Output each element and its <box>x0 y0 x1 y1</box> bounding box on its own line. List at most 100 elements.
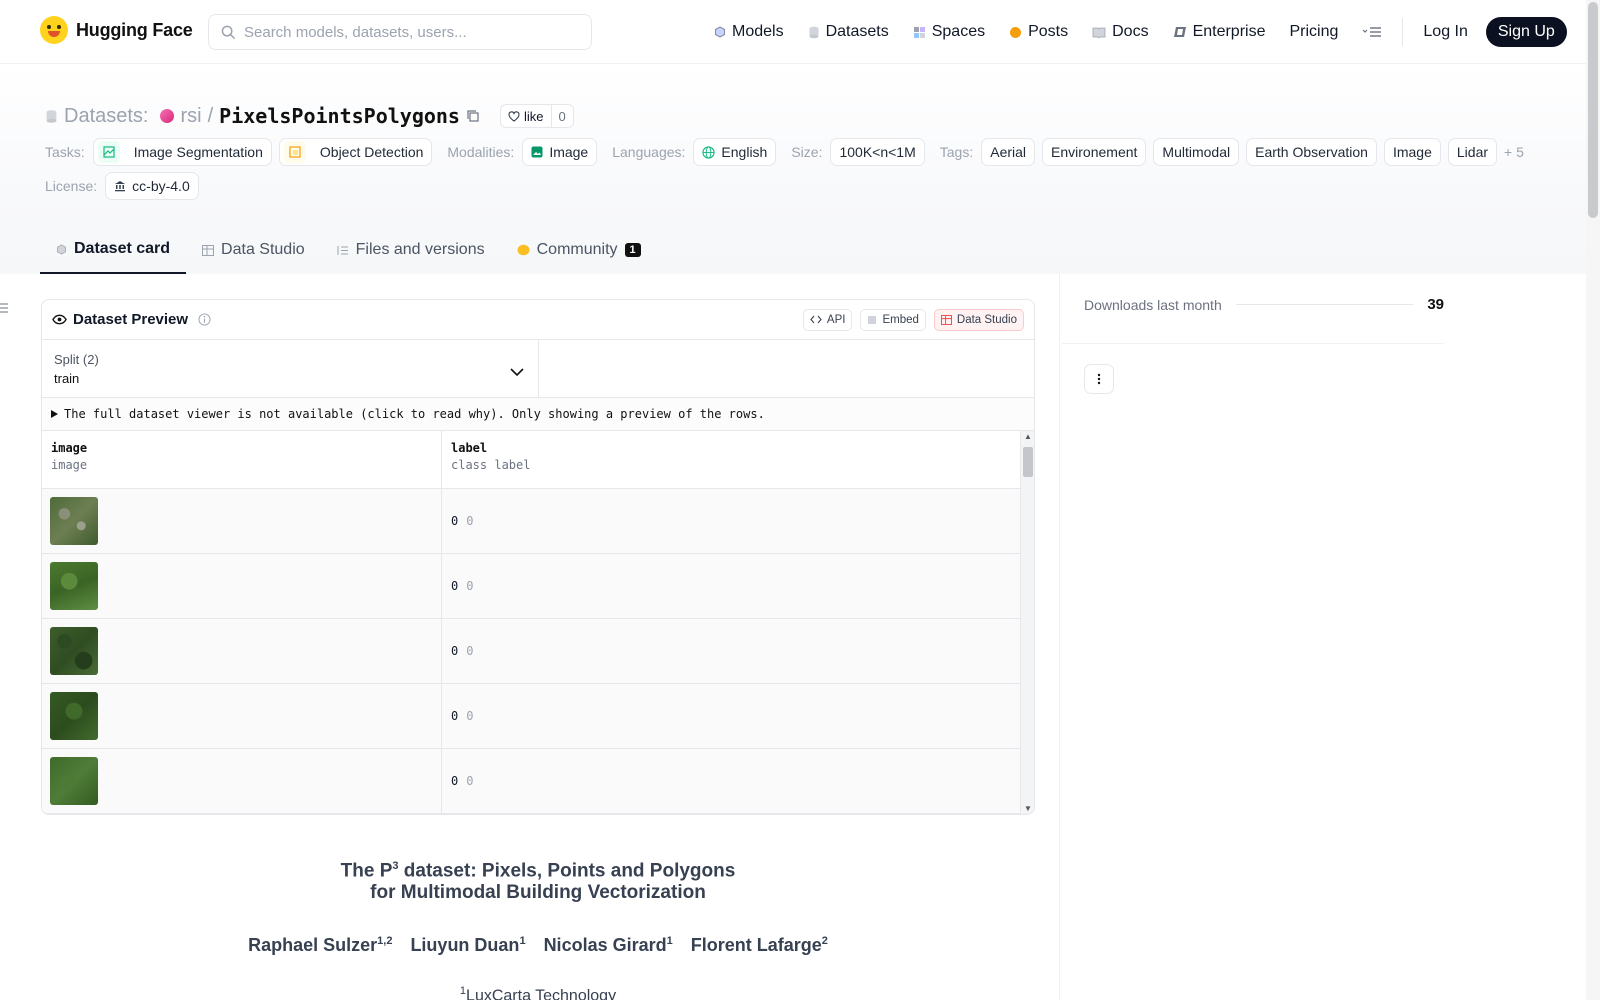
files-list-icon <box>337 245 348 255</box>
nav-posts[interactable]: Posts <box>997 0 1080 64</box>
tab-community[interactable]: Community 1 <box>501 226 657 274</box>
aerial-thumbnail-image[interactable] <box>50 497 98 545</box>
aerial-thumbnail-image[interactable] <box>50 562 98 610</box>
author[interactable]: Nicolas Girard1 <box>544 930 673 956</box>
preview-header: Dataset Preview API Embed Data Studio <box>42 300 1034 340</box>
author-sup: 1 <box>666 935 673 947</box>
models-cube-icon <box>715 26 725 38</box>
tab-data-studio[interactable]: Data Studio <box>186 226 321 274</box>
table-red-icon <box>940 314 952 325</box>
sidebar-toggle-icon[interactable] <box>0 302 8 316</box>
table-row[interactable]: 00 <box>42 749 1034 814</box>
split-select[interactable]: Split (2) train <box>42 340 539 397</box>
main-nav: Models Datasets Spaces Posts Docs Enterp… <box>702 0 1567 64</box>
info-icon[interactable] <box>198 313 211 326</box>
aerial-thumbnail-image[interactable] <box>50 757 98 805</box>
author[interactable]: Liuyun Duan1 <box>410 930 525 956</box>
copy-icon[interactable] <box>466 109 480 123</box>
table-row[interactable]: 00 <box>42 619 1034 684</box>
tag-multimodal[interactable]: Multimodal <box>1153 138 1240 166</box>
tag-label: cc-by-4.0 <box>132 178 190 194</box>
scroll-up-arrow-icon[interactable]: ▲ <box>1024 432 1032 441</box>
table-scrollbar[interactable]: ▲ ▼ <box>1020 431 1034 814</box>
nav-divider <box>1402 18 1404 46</box>
image-cell <box>42 619 442 683</box>
nav-enterprise[interactable]: Enterprise <box>1161 0 1278 64</box>
tag-lidar[interactable]: Lidar <box>1447 138 1498 166</box>
api-button[interactable]: API <box>802 308 853 331</box>
repo-name[interactable]: PixelsPointsPolygons <box>219 104 460 128</box>
author-sup: 1,2 <box>377 935 393 947</box>
table-row[interactable]: 00 <box>42 554 1034 619</box>
nav-pricing[interactable]: Pricing <box>1277 0 1350 64</box>
scroll-down-arrow-icon[interactable]: ▼ <box>1024 804 1032 813</box>
breadcrumb-section[interactable]: Datasets: <box>64 105 148 128</box>
nav-datasets[interactable]: Datasets <box>796 0 901 64</box>
tag-modality-image[interactable]: Image <box>522 138 598 166</box>
table-header: image image label class label <box>42 431 1034 489</box>
viewer-notice[interactable]: The full dataset viewer is not available… <box>42 398 1034 431</box>
data-studio-button[interactable]: Data Studio <box>933 308 1024 331</box>
tab-files-and-versions[interactable]: Files and versions <box>321 226 501 274</box>
aerial-thumbnail-image[interactable] <box>50 692 98 740</box>
dataset-preview-panel: Dataset Preview API Embed Data Studio Sp… <box>41 299 1035 815</box>
tag-environement[interactable]: Environement <box>1042 138 1147 166</box>
nav-docs[interactable]: Docs <box>1080 0 1160 64</box>
tag-image[interactable]: Image <box>1383 138 1441 166</box>
tab-dataset-card[interactable]: Dataset card <box>40 226 187 274</box>
aerial-thumbnail-image[interactable] <box>50 627 98 675</box>
signup-button[interactable]: Sign Up <box>1485 17 1567 47</box>
tag-label: Image Segmentation <box>133 144 263 160</box>
login-link[interactable]: Log In <box>1411 0 1479 64</box>
docs-book-icon <box>1092 27 1106 38</box>
tag-language-english[interactable]: English <box>693 138 777 166</box>
label-value: 0 <box>451 514 459 528</box>
more-options-button[interactable] <box>1084 364 1114 394</box>
breadcrumb-org[interactable]: rsi <box>180 105 201 128</box>
card-title-part2: dataset: Pixels, Points and Polygons <box>398 860 736 882</box>
downloads-sparkline <box>1235 304 1414 305</box>
dataset-card-cube-icon <box>57 243 66 255</box>
tag-size[interactable]: 100K<n<1M <box>830 138 925 166</box>
embed-button[interactable]: Embed <box>860 308 926 331</box>
downloads-value: 39 <box>1427 296 1444 313</box>
page-scrollbar[interactable] <box>1586 0 1600 1000</box>
like-button[interactable]: like 0 <box>499 104 574 128</box>
home-logo-link[interactable]: Hugging Face <box>40 16 193 44</box>
search-box[interactable] <box>208 14 592 50</box>
tag-object-detection[interactable]: Object Detection <box>278 138 433 166</box>
label-value: 0 <box>451 644 459 658</box>
table-row[interactable]: 00 <box>42 684 1034 749</box>
image-segmentation-icon <box>97 141 120 163</box>
image-cell <box>42 489 442 553</box>
table-scroll-thumb[interactable] <box>1023 447 1033 477</box>
author[interactable]: Raphael Sulzer1,2 <box>248 930 392 956</box>
nav-posts-label: Posts <box>1028 23 1069 40</box>
tags-label: Tags: <box>939 144 974 160</box>
table-row[interactable]: 00 <box>42 489 1034 554</box>
nav-more-menu[interactable] <box>1350 0 1394 64</box>
preview-title: Dataset Preview <box>73 311 189 328</box>
nav-models[interactable]: Models <box>702 0 796 64</box>
spaces-grid-icon <box>913 26 925 38</box>
posts-bubble-icon <box>1010 26 1022 38</box>
nav-spaces[interactable]: Spaces <box>901 0 997 64</box>
card-title-part1: The P <box>340 860 393 882</box>
chevron-down-icon <box>510 368 524 377</box>
datasets-db-icon <box>809 26 819 38</box>
tag-earth-observation[interactable]: Earth Observation <box>1246 138 1377 166</box>
author[interactable]: Florent Lafarge2 <box>691 930 828 956</box>
tag-label: 100K<n<1M <box>839 144 916 160</box>
nav-enterprise-label: Enterprise <box>1192 23 1266 40</box>
sidebar-separator <box>1062 343 1444 344</box>
tab-label: Files and versions <box>355 241 485 258</box>
page-scroll-thumb[interactable] <box>1588 2 1598 218</box>
tag-image-segmentation[interactable]: Image Segmentation <box>92 138 272 166</box>
search-input[interactable] <box>244 23 574 41</box>
author-name: Nicolas Girard <box>543 935 667 955</box>
more-tags-link[interactable]: + 5 <box>1504 144 1524 160</box>
column-header-image: image image <box>42 431 442 488</box>
license-bank-icon <box>115 181 126 192</box>
tag-license[interactable]: cc-by-4.0 <box>105 172 199 200</box>
tag-aerial[interactable]: Aerial <box>981 138 1036 166</box>
